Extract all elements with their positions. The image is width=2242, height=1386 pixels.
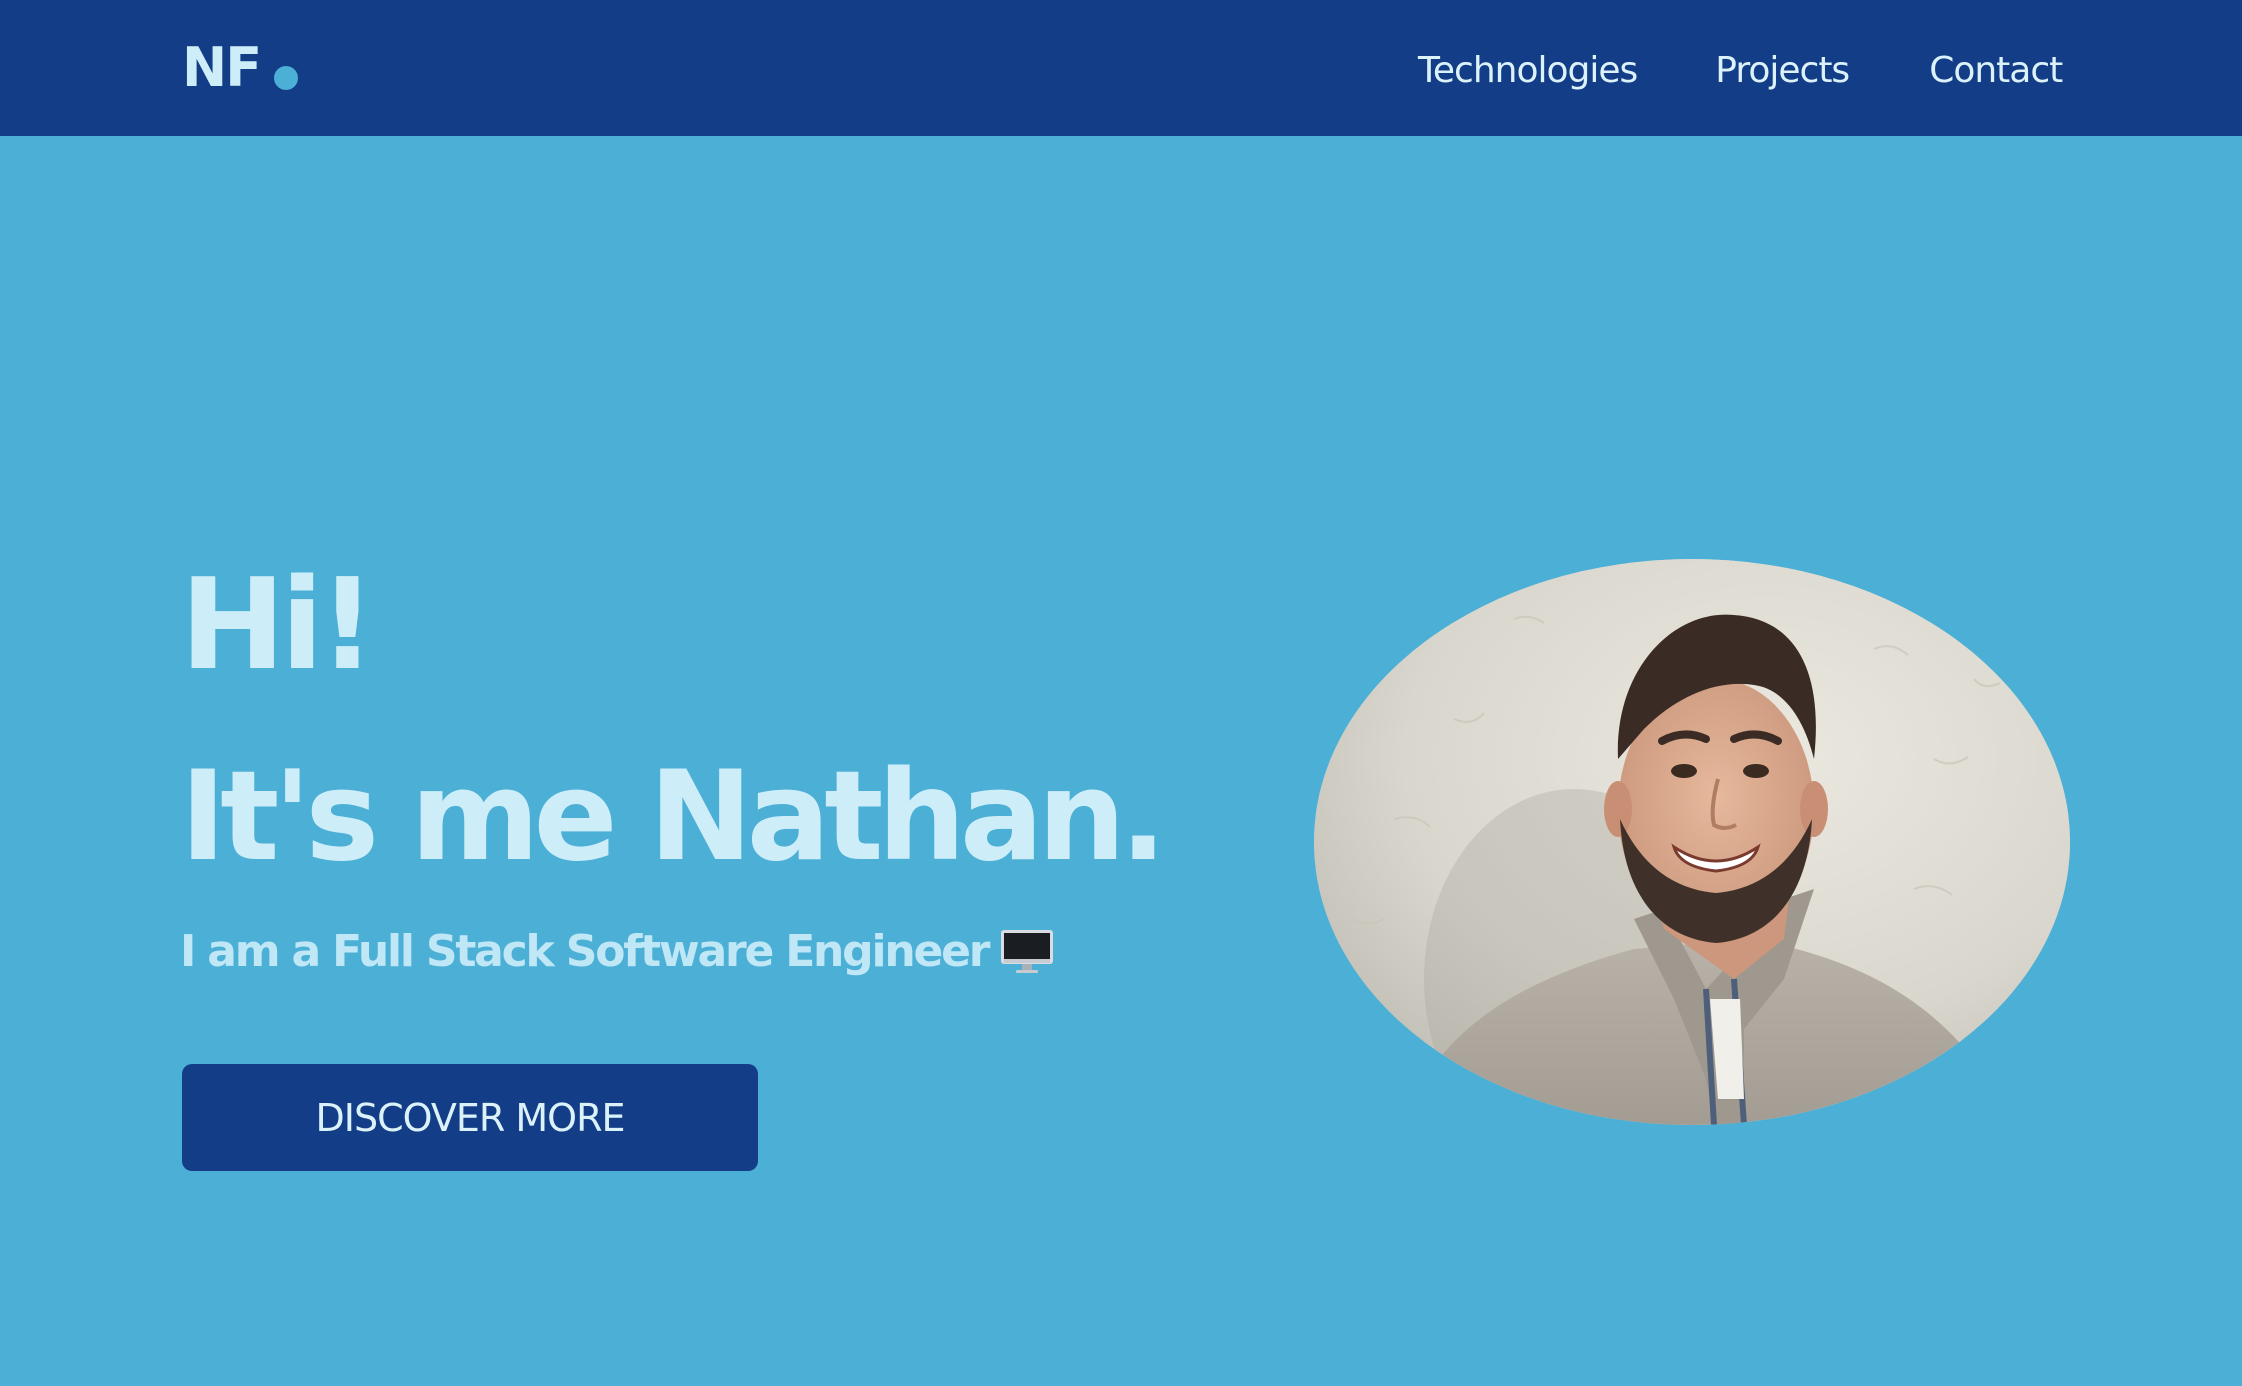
navbar: NF Technologies Projects Contact [0, 0, 2242, 136]
hero-greeting: Hi! [180, 551, 376, 698]
portrait-photo [1314, 559, 2070, 1125]
hero-intro: It's me Nathan. [180, 745, 1167, 889]
nav-link-technologies[interactable]: Technologies [1418, 50, 1638, 91]
nav-link-contact[interactable]: Contact [1929, 50, 2063, 91]
hero-text: Hi! It's me Nathan. I am a Full Stack So… [180, 551, 1167, 981]
logo[interactable]: NF [182, 36, 299, 99]
discover-more-button[interactable]: DISCOVER MORE [182, 1064, 758, 1171]
hero-subtitle-text: I am a Full Stack Software Engineer [180, 926, 990, 977]
logo-dot-icon [274, 66, 299, 90]
nav-link-projects[interactable]: Projects [1715, 50, 1850, 91]
desktop-computer-icon [1000, 928, 1056, 976]
nav-links: Technologies Projects Contact [1418, 42, 2063, 98]
logo-text: NF [182, 36, 262, 99]
hero-subtitle: I am a Full Stack Software Engineer [180, 923, 1161, 981]
